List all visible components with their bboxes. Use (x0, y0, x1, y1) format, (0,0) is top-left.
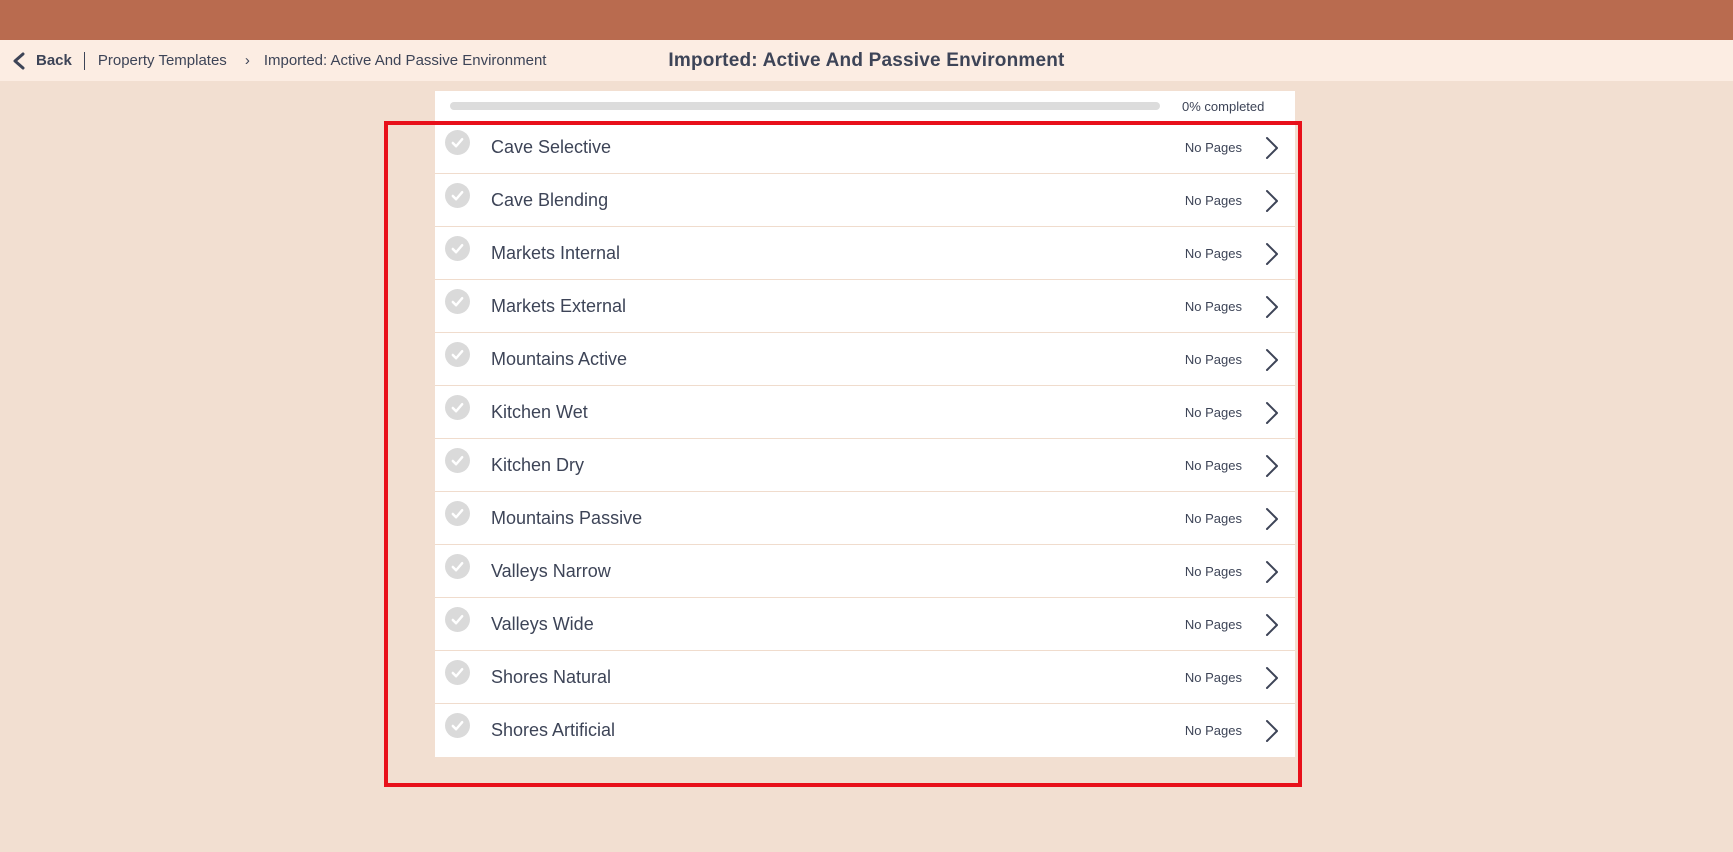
chevron-right-icon[interactable] (1264, 719, 1280, 743)
check-circle-icon (445, 183, 470, 208)
section-label: Mountains Passive (491, 507, 643, 528)
check-circle-icon (445, 660, 470, 685)
section-label: Kitchen Dry (491, 454, 585, 475)
check-circle-icon (445, 448, 470, 473)
section-page-count: No Pages (1184, 298, 1242, 314)
chevron-right-icon[interactable] (1264, 401, 1280, 425)
progress-label: 0% completed (1182, 98, 1265, 114)
page-title: Imported: Active And Passive Environment (668, 49, 1065, 71)
section-page-count: No Pages (1184, 669, 1242, 685)
section-page-count: No Pages (1184, 139, 1242, 155)
chevron-right-icon[interactable] (1264, 136, 1280, 160)
template-panel: 0% completed Cave Selective No Pages Cave … (435, 91, 1295, 757)
section-row[interactable]: Valleys Narrow No Pages (435, 545, 1295, 598)
section-label: Cave Blending (491, 189, 609, 210)
check-circle-icon (445, 395, 470, 420)
section-page-count: No Pages (1184, 563, 1242, 579)
section-page-count: No Pages (1184, 245, 1242, 261)
check-circle-icon (445, 342, 470, 367)
section-row[interactable]: Kitchen Dry No Pages (435, 439, 1295, 492)
chevron-right-icon[interactable] (1264, 454, 1280, 478)
section-label: Valleys Wide (491, 613, 594, 634)
top-bar (0, 0, 1733, 40)
section-row[interactable]: Mountains Active No Pages (435, 333, 1295, 386)
section-page-count: No Pages (1184, 404, 1242, 420)
progress-bar (450, 102, 1160, 110)
section-list: Cave Selective No Pages Cave Blending No Pa… (435, 121, 1295, 757)
section-row[interactable]: Cave Blending No Pages (435, 174, 1295, 227)
section-label: Mountains Active (491, 348, 628, 369)
section-page-count: No Pages (1184, 510, 1242, 526)
section-page-count: No Pages (1184, 616, 1242, 632)
sub-header: Back Property Templates › Imported: Acti… (0, 40, 1733, 81)
section-label: Markets Internal (491, 242, 621, 263)
section-page-count: No Pages (1184, 351, 1242, 367)
progress-row: 0% completed (435, 91, 1295, 121)
chevron-right-icon[interactable] (1264, 560, 1280, 584)
check-circle-icon (445, 554, 470, 579)
check-circle-icon (445, 130, 470, 155)
chevron-right-icon[interactable] (1264, 666, 1280, 690)
check-circle-icon (445, 607, 470, 632)
section-row[interactable]: Markets External No Pages (435, 280, 1295, 333)
check-circle-icon (445, 289, 470, 314)
section-row[interactable]: Shores Natural No Pages (435, 651, 1295, 704)
check-circle-icon (445, 236, 470, 261)
section-row[interactable]: Kitchen Wet No Pages (435, 386, 1295, 439)
section-page-count: No Pages (1184, 723, 1242, 738)
chevron-right-icon[interactable] (1264, 189, 1280, 213)
section-page-count: No Pages (1184, 192, 1242, 208)
chevron-right-icon[interactable] (1264, 242, 1280, 266)
section-row[interactable]: Markets Internal No Pages (435, 227, 1295, 280)
section-page-count: No Pages (1184, 457, 1242, 473)
section-label: Valleys Narrow (491, 560, 611, 581)
section-row[interactable]: Cave Selective No Pages (435, 121, 1295, 174)
check-circle-icon (445, 713, 470, 738)
section-label: Shores Natural (491, 666, 612, 687)
section-label: Kitchen Wet (491, 401, 588, 422)
check-circle-icon (445, 501, 470, 526)
section-label: Markets External (491, 295, 627, 316)
chevron-right-icon[interactable] (1264, 507, 1280, 531)
section-label: Shores Artificial (491, 720, 616, 740)
section-row[interactable]: Valleys Wide No Pages (435, 598, 1295, 651)
chevron-right-icon[interactable] (1264, 348, 1280, 372)
section-label: Cave Selective (491, 136, 612, 157)
chevron-right-icon[interactable] (1264, 613, 1280, 637)
section-row[interactable]: Shores Artificial No Pages (435, 704, 1295, 757)
chevron-right-icon[interactable] (1264, 295, 1280, 319)
section-row[interactable]: Mountains Passive No Pages (435, 492, 1295, 545)
